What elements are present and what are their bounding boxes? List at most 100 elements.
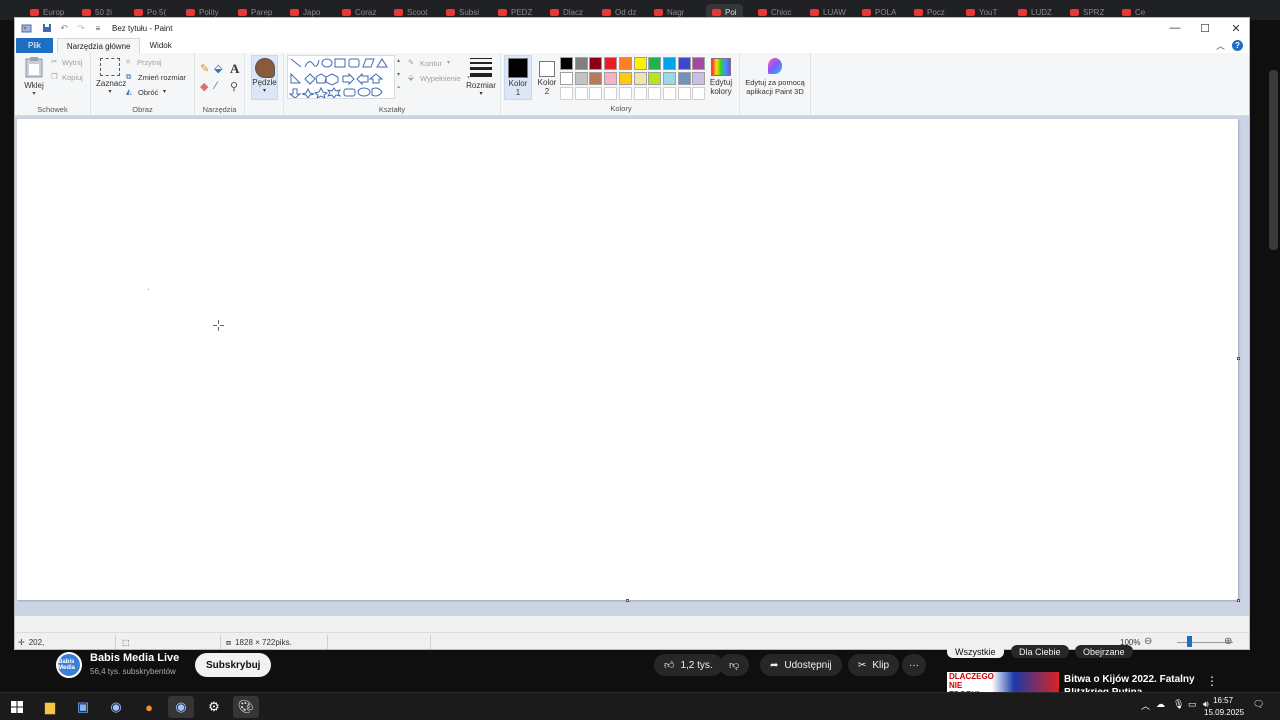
steam-active-icon[interactable]: ◉ [168,696,194,718]
subscribe-button[interactable]: Subskrybuj [195,653,272,677]
page-scrollbar[interactable] [1269,70,1278,250]
palette-swatch[interactable] [662,72,676,85]
palette-swatch[interactable] [648,72,662,85]
redo-icon[interactable]: ↷ [75,22,87,34]
onedrive-icon[interactable]: ☁ [1156,699,1165,710]
minimize-button[interactable]: — [1160,18,1190,38]
channel-name[interactable]: Babis Media Live [90,652,179,664]
palette-swatch[interactable] [633,72,647,85]
text-icon[interactable]: A [230,61,239,77]
palette-swatch[interactable] [589,87,603,100]
shapes-more-icon[interactable]: ⩡ [397,85,400,92]
palette-swatch[interactable] [692,87,706,100]
palette-swatch[interactable] [633,57,647,70]
palette-swatch[interactable] [589,72,603,85]
palette-swatch[interactable] [618,87,632,100]
steam-icon[interactable]: ◉ [103,696,129,718]
close-button[interactable]: ✕ [1221,18,1249,38]
firefox-icon[interactable]: ● [136,696,162,718]
resize-handle-bottom[interactable] [626,599,629,602]
clock-time[interactable]: 16:57 [1213,696,1233,705]
size-button[interactable]: Rozmiar ▾ [464,55,498,100]
recommended-thumbnail[interactable]: DLACZEGO NIE ZDOBYŁ [947,672,1059,694]
cut-button[interactable]: Wytnij [62,58,82,67]
palette-swatch[interactable] [662,87,676,100]
zoom-slider-thumb[interactable] [1187,636,1192,647]
zoom-in-icon[interactable]: ⊕ [1224,636,1232,647]
network-icon[interactable]: ▭ [1188,699,1197,710]
resize-button[interactable]: Zmień rozmiar [138,73,186,82]
shapes-scroll-down-icon[interactable]: ▾ [397,71,400,78]
rotate-button[interactable]: Obróć [138,88,158,97]
like-button[interactable]: 👍︎ 1,2 tys. [654,654,723,676]
color2-button[interactable]: Kolor 2 [533,55,561,100]
magnifier-icon[interactable]: ⚲ [230,80,238,93]
start-icon[interactable] [4,696,30,718]
recommended-title[interactable]: Bitwa o Kijów 2022. Fatalny [1064,674,1195,685]
chip-for-you[interactable]: Dla Ciebie [1011,645,1069,658]
chip-all[interactable]: Wszystkie [947,645,1004,658]
tray-chevron-icon[interactable]: ︿ [1141,699,1150,712]
collapse-ribbon-icon[interactable]: ︿ [1216,39,1225,52]
palette-swatch[interactable] [677,57,691,70]
clock-date[interactable]: 15.09.2025 [1204,708,1244,717]
file-explorer-icon[interactable]: ▆ [37,696,63,718]
help-icon[interactable]: ? [1232,40,1243,51]
channel-avatar[interactable]: Babis Media [56,652,82,678]
palette-swatch[interactable] [604,72,618,85]
palette-swatch[interactable] [618,72,632,85]
palette-swatch[interactable] [692,72,706,85]
tab-file[interactable]: Plik [16,38,53,53]
tab-home[interactable]: Narzędzia główne [56,38,141,53]
eraser-icon[interactable]: ◆ [200,80,208,93]
palette-swatch[interactable] [692,57,706,70]
palette-swatch[interactable] [633,87,647,100]
save-icon[interactable] [41,22,53,34]
palette-swatch[interactable] [648,57,662,70]
shapes-scroll-up-icon[interactable]: ▴ [397,57,400,64]
paste-button[interactable]: Wklej ▾ [22,56,46,100]
clip-button[interactable]: ✂ Klip [848,654,900,676]
brushes-button[interactable]: Pędzle ▾ [251,55,278,100]
crop-button[interactable]: Przytnij [137,58,162,67]
dislike-button[interactable]: 👎︎ [719,654,750,676]
paint-taskbar-icon[interactable]: 🎨︎ [233,696,259,718]
maximize-button[interactable]: ☐ [1190,18,1220,38]
palette-swatch[interactable] [677,87,691,100]
palette-swatch[interactable] [618,57,632,70]
rotate-dropdown-icon[interactable]: ▾ [163,88,166,95]
palette-swatch[interactable] [648,87,662,100]
microphone-icon[interactable]: 🎙︎ [1173,699,1184,710]
chip-watched[interactable]: Obejrzane [1075,645,1133,658]
resize-handle-right[interactable] [1237,357,1240,360]
palette-swatch[interactable] [574,57,588,70]
fill-icon[interactable]: ⬙ [214,62,222,75]
notifications-icon[interactable]: 🗨︎ [1253,699,1264,710]
drawing-canvas[interactable] [17,119,1238,600]
remote-desktop-icon[interactable]: ▣ [70,696,96,718]
color1-button[interactable]: Kolor 1 [504,55,532,100]
color-picker-icon[interactable]: ⁄ [215,80,217,92]
palette-swatch[interactable] [574,87,588,100]
palette-swatch[interactable] [604,57,618,70]
fill-button[interactable]: Wypełnienie [420,74,461,83]
palette-swatch[interactable] [604,87,618,100]
edit-colors-button[interactable]: Edytuj kolory [705,55,737,100]
shapes-gallery[interactable] [287,55,395,99]
recommended-more-icon[interactable]: ⋮ [1206,674,1218,688]
settings-icon[interactable]: ⚙ [201,696,227,718]
share-button[interactable]: ➦ Udostępnij [760,654,842,676]
resize-handle-corner[interactable] [1237,599,1240,602]
palette-swatch[interactable] [560,57,573,70]
select-button[interactable]: Zaznacz ▾ [96,56,126,100]
pencil-icon[interactable]: ✎ [200,62,209,75]
more-actions-button[interactable]: ··· [902,654,926,676]
outline-dropdown-icon[interactable]: ▾ [447,59,450,66]
copy-button[interactable]: Kopiuj [62,73,83,82]
palette-swatch[interactable] [589,57,603,70]
quick-access-dropdown-icon[interactable]: ≡ [92,22,104,34]
palette-swatch[interactable] [560,72,573,85]
undo-icon[interactable]: ↶ [58,22,70,34]
palette-swatch[interactable] [662,57,676,70]
paint3d-button[interactable]: Edytuj za pomocą aplikacji Paint 3D [742,55,808,100]
